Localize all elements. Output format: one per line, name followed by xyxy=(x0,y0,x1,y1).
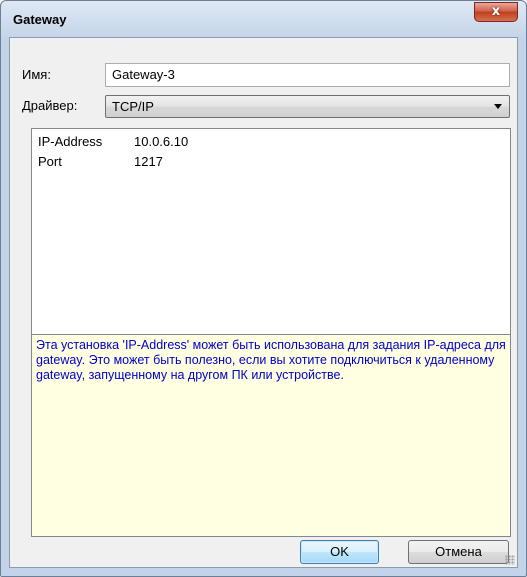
close-button[interactable]: x xyxy=(474,2,518,22)
property-row-ip-address[interactable]: IP-Address 10.0.6.10 xyxy=(32,129,510,151)
property-value[interactable]: 1217 xyxy=(134,154,163,169)
cancel-button[interactable]: Отмена xyxy=(408,540,509,564)
close-icon: x xyxy=(491,4,501,19)
ok-button[interactable]: OK xyxy=(300,540,379,564)
property-row-port[interactable]: Port 1217 xyxy=(32,149,510,171)
property-key: IP-Address xyxy=(38,134,103,149)
driver-select-value: TCP/IP xyxy=(112,99,154,114)
title-bar[interactable]: Gateway x xyxy=(1,1,526,37)
driver-select[interactable]: TCP/IP xyxy=(105,95,510,118)
help-description: Эта установка 'IP-Address' может быть ис… xyxy=(31,334,511,537)
name-label: Имя: xyxy=(22,67,51,82)
property-key: Port xyxy=(38,154,62,169)
dropdown-arrow-icon[interactable] xyxy=(494,104,502,109)
name-input[interactable]: Gateway-3 xyxy=(105,63,510,87)
driver-label: Драйвер: xyxy=(22,98,78,113)
window-title: Gateway xyxy=(13,12,67,27)
property-grid[interactable]: IP-Address 10.0.6.10 Port 1217 xyxy=(31,128,511,335)
property-value[interactable]: 10.0.6.10 xyxy=(134,134,188,149)
dialog-body: Имя: Gateway-3 Драйвер: TCP/IP IP-Addres… xyxy=(9,37,518,568)
gateway-dialog: Gateway x Имя: Gateway-3 Драйвер: TCP/IP… xyxy=(0,0,527,577)
resize-grip-icon[interactable] xyxy=(505,555,515,565)
